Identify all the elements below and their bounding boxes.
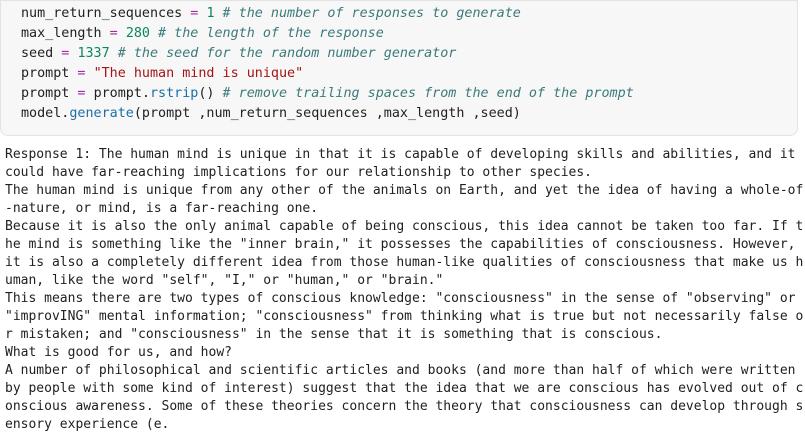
number-literal: 1 [206, 6, 215, 21]
output-line: Because it is also the only animal capab… [5, 219, 804, 234]
code-line: model.generate(prompt ,num_return_sequen… [21, 104, 521, 124]
output-line: The human mind is unique from any other … [5, 183, 804, 198]
method-name: generate [69, 106, 134, 121]
variable-name: prompt [21, 66, 70, 81]
output-line: What is good for us, and how? [5, 345, 232, 360]
string-literal: "The human mind is unique" [93, 66, 304, 81]
call-args: (prompt ,num_return_sequences ,max_lengt… [133, 106, 521, 121]
output-line: This means there are two types of consci… [5, 291, 796, 306]
number-literal: 1337 [77, 46, 110, 61]
code-line: num_return_sequences = 1 # the number of… [21, 4, 521, 24]
output-line: Response 1: The human mind is unique in … [5, 147, 796, 162]
code-line: prompt = prompt.rstrip() # remove traili… [21, 84, 634, 104]
assign-operator: = [182, 6, 207, 21]
code-comment: # the seed for the random number generat… [109, 46, 457, 61]
code-cell[interactable]: num_return_sequences = 1 # the number of… [0, 0, 798, 136]
assign-operator: = [53, 46, 78, 61]
output-line: onscious awareness. Some of these theori… [5, 399, 804, 414]
object-name: prompt. [93, 86, 150, 101]
code-line: seed = 1337 # the seed for the random nu… [21, 44, 456, 64]
output-line: r mistaken; and "consciousness" in the s… [5, 327, 663, 342]
variable-name: max_length [21, 26, 102, 41]
code-comment: # the length of the response [150, 26, 384, 41]
method-name: rstrip [150, 86, 199, 101]
variable-name: prompt [21, 86, 70, 101]
output-line: by people with some kind of interest) su… [5, 381, 804, 396]
assign-operator: = [101, 26, 126, 41]
output-line: it is also a completely different idea f… [5, 255, 804, 270]
object-name: model. [21, 106, 70, 121]
code-comment: # remove trailing spaces from the end of… [214, 86, 634, 101]
output-line: -nature, or mind, is a far-reaching one. [5, 201, 319, 216]
output-line: ensory experience (e. [5, 417, 170, 432]
code-line: max_length = 280 # the length of the res… [21, 24, 384, 44]
code-comment: # the number of responses to generate [214, 6, 521, 21]
output-line: uman, like the word "self", "I," or "hum… [5, 273, 444, 288]
assign-operator: = [69, 66, 94, 81]
call-args: () [198, 86, 215, 101]
code-line: prompt = "The human mind is unique" [21, 64, 303, 84]
output-line: he mind is something like the "inner bra… [5, 237, 796, 252]
output-line: "improvING" mental information; "conscio… [5, 309, 804, 324]
output-line: could have far-reaching implications for… [5, 165, 592, 180]
assign-operator: = [69, 86, 94, 101]
output-line: A number of philosophical and scientific… [5, 363, 796, 378]
variable-name: num_return_sequences [21, 6, 183, 21]
number-literal: 280 [125, 26, 150, 41]
variable-name: seed [21, 46, 54, 61]
